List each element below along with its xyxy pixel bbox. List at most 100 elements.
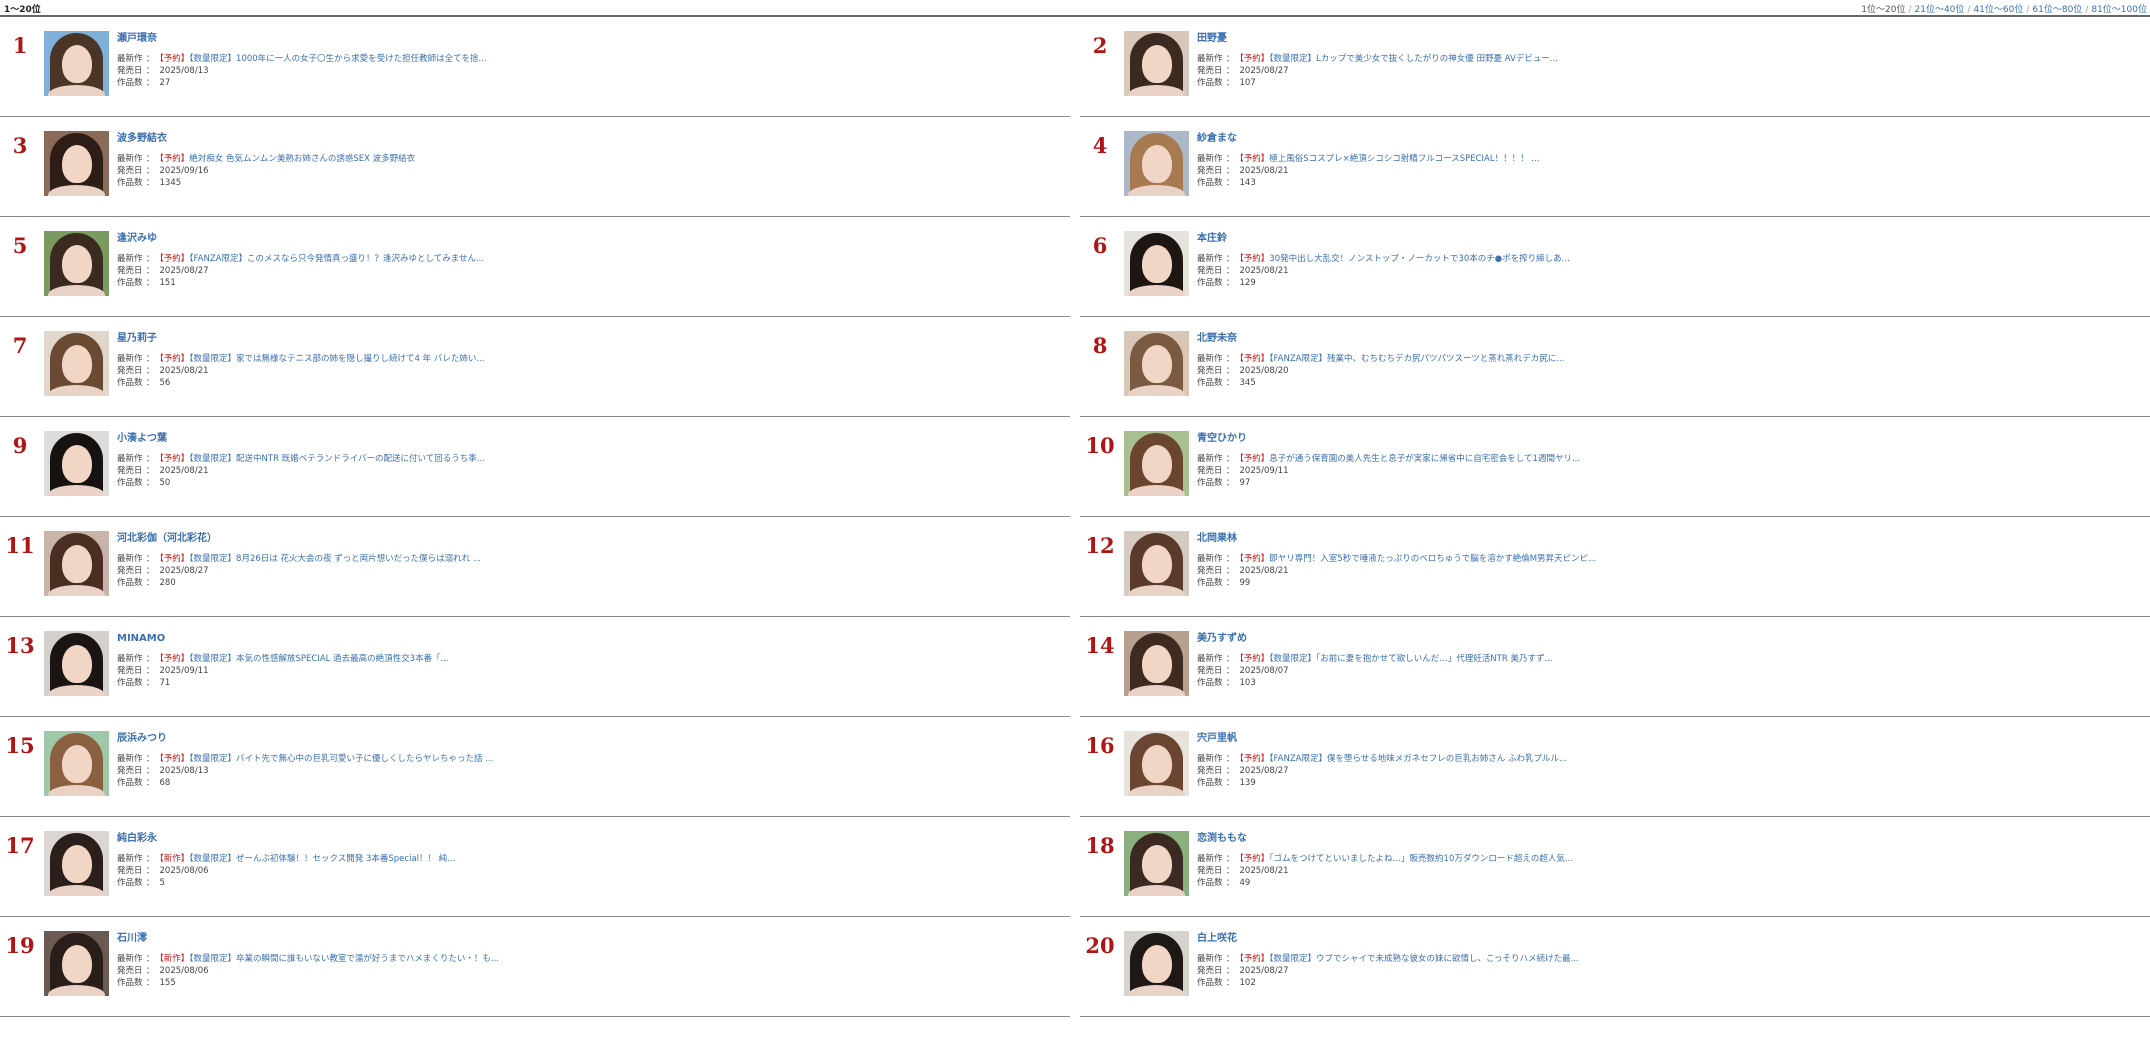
count-row: 作品数： 56	[117, 377, 1066, 389]
pagination-link[interactable]: 21位〜40位	[1915, 5, 1965, 15]
rank-number: 17	[5, 833, 35, 858]
actress-name-link[interactable]: 瀬戸環奈	[117, 32, 1066, 45]
latest-row: 最新作： 【予約】【FANZA限定】僕を堕らせる地味メガネセフレの巨乳お姉さん ふ…	[1197, 753, 2146, 765]
release-tag: 【予約】	[1239, 254, 1270, 264]
colon: ：	[146, 454, 155, 464]
colon: ：	[146, 478, 155, 488]
actress-name-link[interactable]: 星乃莉子	[117, 332, 1066, 345]
actress-photo[interactable]	[1124, 731, 1189, 796]
release-row: 発売日： 2025/08/21	[117, 365, 1066, 377]
release-label: 発売日	[1197, 466, 1223, 476]
actress-photo[interactable]	[44, 431, 109, 496]
actress-name-link[interactable]: 白上咲花	[1197, 932, 2146, 945]
latest-title-link[interactable]: 【数量限定】ぜーんぶ初体験！！セックス開発 3本番Special！！ 純...	[189, 854, 455, 864]
latest-title-link[interactable]: 30発中出し大乱交！ノンストップ・ノーカットで30本のチ●ポを搾り締しあ...	[1269, 254, 1570, 264]
actress-name-link[interactable]: 北野未奈	[1197, 332, 2146, 345]
release-date: 2025/08/21	[1239, 866, 1289, 876]
actress-photo[interactable]	[1124, 331, 1189, 396]
latest-title-link[interactable]: 「ゴムをつけてといいましたよね…」販売数約10万ダウンロード超えの超人気...	[1269, 854, 1573, 864]
count-label: 作品数	[117, 878, 143, 888]
actress-photo[interactable]	[1124, 531, 1189, 596]
actress-photo[interactable]	[44, 331, 109, 396]
count-label: 作品数	[1197, 378, 1223, 388]
actress-name-link[interactable]: 田野憂	[1197, 32, 2146, 45]
actress-photo[interactable]	[44, 131, 109, 196]
actress-name-link[interactable]: 北岡果林	[1197, 532, 2146, 545]
actress-name-link[interactable]: 石川澪	[117, 932, 1066, 945]
latest-title-link[interactable]: 【数量限定】「お前に妻を抱かせて欲しいんだ…」代理妊活NTR 美乃すず...	[1269, 654, 1552, 664]
latest-title-link[interactable]: 【FANZA限定】残業中、むちむちデカ尻パツパツスーツと蒸れ蒸れデカ尻に...	[1269, 354, 1564, 364]
latest-title-link[interactable]: 絶対痴女 色気ムンムン美熟お姉さんの誘惑SEX 波多野結衣	[189, 154, 415, 164]
colon: ：	[146, 566, 155, 576]
actress-photo[interactable]	[44, 231, 109, 296]
actress-name-link[interactable]: MINAMO	[117, 632, 1066, 645]
count-row: 作品数： 49	[1197, 877, 2146, 889]
actress-name-link[interactable]: 純白彩永	[117, 832, 1066, 845]
actress-name-link[interactable]: 美乃すずめ	[1197, 632, 2146, 645]
ranking-entry: 10 青空ひかり 最新作：【予約】息子が通う保育園の美人先生と息子が実家に帰省中に自…	[1080, 417, 2150, 517]
actress-photo[interactable]	[44, 831, 109, 896]
actress-name-link[interactable]: 恋渕ももな	[1197, 832, 2146, 845]
latest-title-link[interactable]: 【数量限定】8月26日は 花火大会の夜 ずっと両片想いだった僕らは溺れれ ...	[189, 554, 481, 564]
actress-photo[interactable]	[1124, 631, 1189, 696]
actress-name-link[interactable]: 河北彩伽（河北彩花）	[117, 532, 1066, 545]
actress-photo[interactable]	[44, 31, 109, 96]
actress-name-link[interactable]: 宍戸里帆	[1197, 732, 2146, 745]
latest-title-link[interactable]: 【FANZA限定】僕を堕らせる地味メガネセフレの巨乳お姉さん ふわ乳プルル...	[1269, 754, 1567, 764]
pagination-link[interactable]: 41位〜60位	[1973, 5, 2023, 15]
latest-title-link[interactable]: 即ヤリ専門！入室5秒で唾液たっぷりのベロちゅうで脳を溶かす絶倫M男昇天ピンピ..…	[1269, 554, 1596, 564]
count-label: 作品数	[117, 78, 143, 88]
count-row: 作品数： 27	[117, 77, 1066, 89]
latest-title-link[interactable]: 【数量限定】家では無様なテニス部の姉を隠し撮りし続けて4 年 バレた姉い...	[189, 354, 484, 364]
actress-photo[interactable]	[1124, 831, 1189, 896]
count-row: 作品数： 151	[117, 277, 1066, 289]
rank-number: 20	[1085, 933, 1115, 958]
colon: ：	[146, 78, 155, 88]
count-label: 作品数	[1197, 978, 1223, 988]
actress-name-link[interactable]: 波多野結衣	[117, 132, 1066, 145]
actress-photo[interactable]	[44, 731, 109, 796]
actress-name-link[interactable]: 辰浜みつり	[117, 732, 1066, 745]
work-count: 49	[1239, 878, 1251, 888]
count-row: 作品数： 50	[117, 477, 1066, 489]
latest-title-link[interactable]: 【数量限定】Lカップで美少女で抜くしたがりの神女優 田野憂 AVデビュー...	[1269, 54, 1558, 64]
actress-photo[interactable]	[1124, 231, 1189, 296]
latest-title-link[interactable]: 【FANZA限定】このメスなら只今発情真っ盛り！？逢沢みゆとしてみません...	[189, 254, 484, 264]
latest-title-link[interactable]: 【数量限定】バイト先で無心中の巨乳可愛い子に優しくしたらヤレちゃった話 ...	[189, 754, 493, 764]
latest-title-link[interactable]: 息子が通う保育園の美人先生と息子が実家に帰省中に自宅密会をして1週間ヤリ...	[1269, 454, 1580, 464]
pagination-link[interactable]: 61位〜80位	[2032, 5, 2082, 15]
work-count: 129	[1239, 278, 1256, 288]
latest-title-link[interactable]: 【数量限定】ウブでシャイで未成熟な彼女の妹に欲情し、こっそりハメ続けた最...	[1269, 954, 1578, 964]
count-label: 作品数	[1197, 678, 1223, 688]
actress-photo[interactable]	[1124, 131, 1189, 196]
ranking-entry: 19 石川澪 最新作：【新作】【数量限定】卒業の瞬間に誰もいない教室で濡が好うまでハ…	[0, 917, 1070, 1017]
rank-number: 12	[1085, 533, 1115, 558]
latest-label: 最新作	[1197, 554, 1223, 564]
actress-photo[interactable]	[44, 931, 109, 996]
pagination-link[interactable]: 81位〜100位	[2091, 5, 2147, 15]
latest-title-link[interactable]: 極上風俗Sコスプレ×絶頂シコシコ射精フルコースSPECIAL！！！！ ...	[1269, 154, 1539, 164]
latest-title-link[interactable]: 【数量限定】本気の性感解放SPECIAL 過去最高の絶頂性交3本番「...	[189, 654, 448, 664]
release-row: 発売日： 2025/08/06	[117, 965, 1066, 977]
actress-name-link[interactable]: 小湊よつ葉	[117, 432, 1066, 445]
photo-face	[1142, 45, 1172, 83]
latest-title-link[interactable]: 【数量限定】配送中NTR 既婚ベテランドライバーの配送に付いて回るうち季...	[189, 454, 485, 464]
latest-title-link[interactable]: 【数量限定】卒業の瞬間に誰もいない教室で濡が好うまでハメまくりたい・！も...	[189, 954, 499, 964]
actress-photo[interactable]	[44, 531, 109, 596]
actress-photo[interactable]	[1124, 431, 1189, 496]
latest-row: 最新作： 【予約】即ヤリ専門！入室5秒で唾液たっぷりのベロちゅうで脳を溶かす絶倫M…	[1197, 553, 2146, 565]
actress-name-link[interactable]: 青空ひかり	[1197, 432, 2146, 445]
actress-photo[interactable]	[1124, 931, 1189, 996]
release-date: 2025/09/16	[159, 166, 209, 176]
actress-name-link[interactable]: 本庄鈴	[1197, 232, 2146, 245]
pagination-link: 1位〜20位	[1861, 5, 1906, 15]
ranking-entry: 3 波多野結衣 最新作：【予約】絶対痴女 色気ムンムン美熟お姉さんの誘惑SEX 波多…	[0, 117, 1070, 217]
actress-name-link[interactable]: 紗倉まな	[1197, 132, 2146, 145]
actress-name-link[interactable]: 逢沢みゆ	[117, 232, 1066, 245]
actress-photo[interactable]	[44, 631, 109, 696]
latest-title-link[interactable]: 【数量限定】1000年に一人の女子〇生から求愛を受けた担任教師は全てを捨...	[189, 54, 486, 64]
latest-label: 最新作	[117, 954, 143, 964]
rank-number: 13	[5, 633, 35, 658]
latest-label: 最新作	[117, 554, 143, 564]
actress-photo[interactable]	[1124, 31, 1189, 96]
